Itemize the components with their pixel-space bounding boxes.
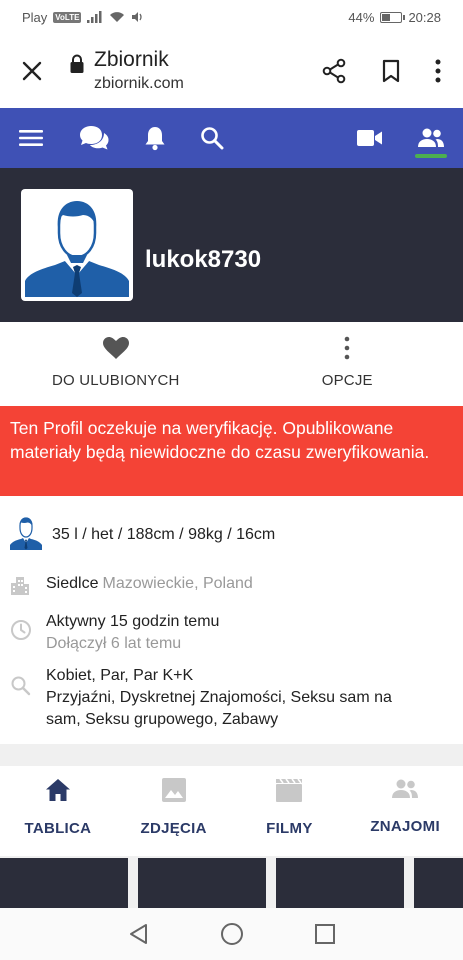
tab-tablica[interactable]: TABLICA bbox=[0, 766, 116, 856]
app-nav bbox=[0, 108, 463, 168]
share-icon[interactable] bbox=[321, 58, 347, 84]
content-preview-strip bbox=[0, 856, 463, 908]
browser-bar: Zbiornik zbiornik.com bbox=[0, 34, 463, 108]
tab-label: TABLICA bbox=[24, 820, 92, 837]
username: lukok8730 bbox=[145, 246, 262, 273]
location-city: Siedlce bbox=[46, 575, 99, 592]
volte-badge: VoLTE bbox=[53, 11, 82, 23]
joined-date: Dołączył 6 lat temu bbox=[46, 635, 182, 652]
last-active: Aktywny 15 godzin temu bbox=[46, 613, 220, 630]
bell-icon[interactable] bbox=[144, 108, 166, 168]
more-vert-icon[interactable] bbox=[435, 59, 441, 83]
city-icon bbox=[11, 577, 29, 595]
tab-znajomi[interactable]: ZNAJOMI bbox=[347, 766, 463, 856]
profile-stats: 35 l / het / 188cm / 98kg / 16cm bbox=[52, 526, 276, 543]
seeking-what: Przyjaźni, Dyskretnej Znajomości, Seksu … bbox=[46, 689, 392, 728]
default-avatar-image bbox=[25, 193, 129, 297]
content-thumbnail[interactable] bbox=[414, 858, 463, 908]
film-icon bbox=[276, 778, 303, 802]
content-thumbnail[interactable] bbox=[138, 858, 266, 908]
search-icon[interactable] bbox=[200, 108, 224, 168]
recents-icon[interactable] bbox=[314, 923, 336, 945]
profile-tabs: TABLICA ZDJĘCIA FILMY ZNAJOMI bbox=[0, 766, 463, 856]
site-title: Zbiornik bbox=[94, 48, 169, 71]
url-block[interactable]: Zbiornik zbiornik.com bbox=[94, 48, 321, 94]
tab-label: FILMY bbox=[266, 820, 313, 837]
status-bar: Play VoLTE 44% 20:28 bbox=[0, 0, 463, 34]
options-button[interactable]: OPCJE bbox=[232, 322, 463, 406]
options-label: OPCJE bbox=[321, 372, 373, 389]
favorite-button[interactable]: DO ULUBIONYCH bbox=[0, 322, 232, 406]
active-indicator bbox=[415, 154, 447, 158]
content-thumbnail[interactable] bbox=[276, 858, 404, 908]
activity-text: Aktywny 15 godzin temu Dołączył 6 lat te… bbox=[46, 611, 219, 655]
friends-icon[interactable] bbox=[415, 108, 447, 168]
people-icon bbox=[392, 779, 419, 798]
favorite-label: DO ULUBIONYCH bbox=[51, 372, 180, 389]
profile-actions: DO ULUBIONYCH OPCJE bbox=[0, 322, 463, 406]
battery-level bbox=[382, 13, 390, 21]
browser-actions bbox=[321, 58, 445, 84]
video-icon[interactable] bbox=[357, 108, 383, 168]
home-icon bbox=[45, 779, 70, 801]
back-icon[interactable] bbox=[128, 923, 150, 945]
menu-icon[interactable] bbox=[18, 108, 44, 168]
tab-label: ZDJĘCIA bbox=[140, 820, 207, 837]
avatar[interactable] bbox=[21, 189, 133, 301]
location-region: Mazowieckie, Poland bbox=[102, 575, 253, 592]
more-vert-icon bbox=[344, 336, 350, 360]
section-divider bbox=[0, 744, 463, 766]
seeking-row: Kobiet, Par, Par K+K Przyjaźni, Dyskretn… bbox=[10, 665, 426, 731]
carrier-name: Play bbox=[22, 9, 48, 25]
tab-label: ZNAJOMI bbox=[370, 818, 440, 835]
signal-icon bbox=[87, 11, 102, 23]
seeking-text: Kobiet, Par, Par K+K Przyjaźni, Dyskretn… bbox=[46, 665, 426, 731]
activity-row: Aktywny 15 godzin temu Dołączył 6 lat te… bbox=[10, 611, 219, 655]
verification-warning: Ten Profil oczekuje na weryfikację. Opub… bbox=[0, 406, 463, 496]
tab-filmy[interactable]: FILMY bbox=[232, 766, 348, 856]
profile-header: lukok8730 bbox=[0, 168, 463, 322]
site-url: zbiornik.com bbox=[94, 75, 184, 92]
wifi-icon bbox=[110, 12, 125, 22]
status-right: 44% 20:28 bbox=[348, 10, 441, 25]
clock: 20:28 bbox=[408, 9, 441, 25]
nav-left bbox=[18, 108, 224, 168]
battery-icon bbox=[380, 11, 406, 23]
image-icon bbox=[161, 778, 186, 802]
location-row: Siedlce Mazowieckie, Poland bbox=[10, 575, 253, 595]
tab-zdjecia[interactable]: ZDJĘCIA bbox=[116, 766, 232, 856]
chat-icon[interactable] bbox=[78, 108, 110, 168]
content-thumbnail[interactable] bbox=[0, 858, 128, 908]
seeking-who: Kobiet, Par, Par K+K bbox=[46, 667, 194, 684]
male-avatar-icon bbox=[10, 517, 42, 550]
nav-right bbox=[357, 108, 447, 168]
bookmark-icon[interactable] bbox=[381, 59, 401, 83]
lock-icon bbox=[68, 53, 86, 75]
home-circle-icon[interactable] bbox=[220, 922, 244, 946]
stats-row: 35 l / het / 188cm / 98kg / 16cm bbox=[10, 516, 275, 550]
location-text: Siedlce Mazowieckie, Poland bbox=[46, 575, 253, 593]
heart-icon bbox=[102, 337, 129, 359]
search-icon bbox=[11, 676, 31, 696]
volume-icon bbox=[132, 12, 143, 22]
battery-percent: 44% bbox=[348, 9, 375, 25]
clock-icon bbox=[11, 620, 31, 640]
status-left: Play VoLTE bbox=[22, 10, 143, 25]
info-card: 35 l / het / 188cm / 98kg / 16cm Siedlce… bbox=[0, 496, 463, 744]
close-icon[interactable] bbox=[18, 57, 46, 85]
android-nav-bar bbox=[0, 908, 463, 960]
